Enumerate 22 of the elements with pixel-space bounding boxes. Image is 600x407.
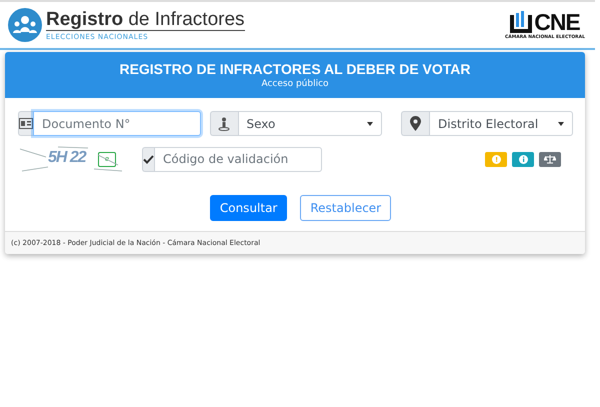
captcha-image: 5H 22 <box>18 145 128 173</box>
select-dropdown[interactable]: Sexo <box>238 111 382 136</box>
document-input-field[interactable]: Documento N° <box>33 111 201 136</box>
validation-code-field[interactable]: Código de validación <box>154 146 322 172</box>
org-logo-text: CNE <box>534 10 580 32</box>
card-subtitle: Acceso público <box>260 79 330 89</box>
map-pin-icon <box>410 116 421 131</box>
caret-icon <box>366 122 372 126</box>
people-logo-icon <box>8 8 42 42</box>
card-title: REGISTRO DE INFRACTORES AL DEBER DE VOTAR <box>118 61 472 77</box>
refresh-icon[interactable] <box>98 152 116 166</box>
id-card-icon <box>19 118 33 129</box>
caret-icon <box>558 122 564 126</box>
check-icon <box>143 154 154 164</box>
help-icon[interactable] <box>485 152 507 166</box>
info-icon[interactable] <box>512 152 534 166</box>
select-dropdown[interactable]: Distrito Electoral <box>429 111 573 136</box>
person-icon <box>218 116 230 130</box>
submit-button[interactable]: Consultar <box>210 195 288 221</box>
site-title: Registro de Infractores <box>46 9 245 31</box>
scales-icon[interactable] <box>539 152 561 166</box>
building-logo-icon <box>510 10 532 32</box>
